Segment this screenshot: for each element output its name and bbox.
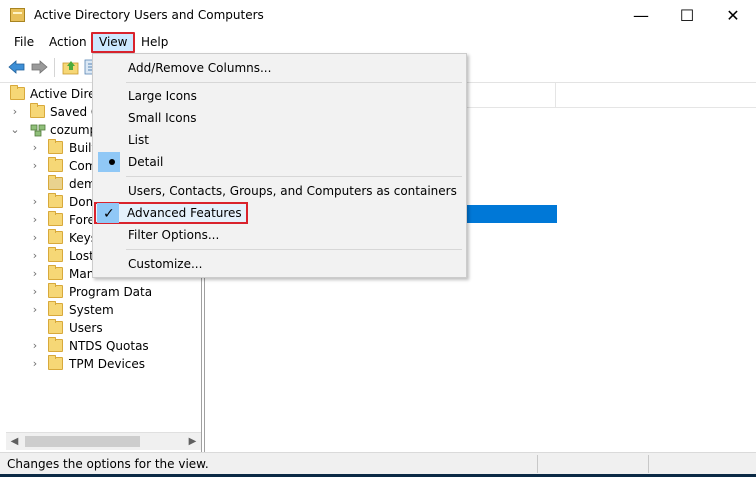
menu-item-label: Customize... [128, 257, 203, 271]
menu-item-large-icons[interactable]: Large Icons [95, 85, 464, 107]
folder-icon [48, 355, 63, 370]
folder-icon [48, 193, 63, 208]
ad-users-computers-icon [10, 8, 25, 22]
selected-row-highlight[interactable] [455, 205, 557, 223]
chevron-right-icon[interactable]: › [30, 355, 40, 373]
tree-label: Man [69, 267, 95, 281]
scroll-left-icon[interactable]: ◀ [6, 433, 23, 450]
status-divider [648, 455, 649, 473]
tree-label: cozump [50, 123, 98, 137]
menu-item-customize[interactable]: Customize... [95, 253, 464, 275]
forward-arrow-icon[interactable] [30, 59, 48, 75]
title-bar: Active Directory Users and Computers — ☐… [0, 0, 756, 32]
tree-horizontal-scrollbar[interactable]: ◀ ▶ [6, 432, 201, 450]
menu-item-label: List [128, 133, 149, 147]
menu-item-advanced-features[interactable]: ✓ Advanced Features [94, 202, 248, 224]
maximize-button[interactable]: ☐ [664, 0, 710, 32]
minimize-button[interactable]: — [618, 0, 664, 32]
menu-item-label: Filter Options... [128, 228, 220, 242]
menu-item-label: Advanced Features [127, 206, 242, 220]
folder-icon [48, 319, 63, 334]
chevron-right-icon[interactable]: › [30, 265, 40, 283]
domain-icon [30, 124, 46, 137]
menu-action[interactable]: Action [43, 32, 93, 53]
checkmark-background: ✓ [97, 203, 119, 223]
radio-mark-background [98, 152, 120, 172]
chevron-right-icon[interactable]: › [30, 211, 40, 229]
tree-label: Users [69, 321, 103, 335]
folder-icon [48, 157, 63, 172]
up-folder-icon[interactable] [62, 59, 80, 75]
column-divider[interactable] [555, 83, 556, 107]
chevron-right-icon[interactable]: › [30, 301, 40, 319]
folder-icon [48, 229, 63, 244]
bullet-icon [109, 159, 115, 165]
back-arrow-icon[interactable] [8, 59, 26, 75]
folder-icon [48, 283, 63, 298]
tree-item[interactable]: › NTDS Quotas [30, 337, 200, 355]
chevron-right-icon[interactable]: › [10, 103, 20, 121]
tree-label: System [69, 303, 114, 317]
menu-item-list[interactable]: List [95, 129, 464, 151]
menu-item-detail[interactable]: Detail [95, 151, 464, 173]
menu-item-label: Add/Remove Columns... [128, 61, 272, 75]
chevron-right-icon[interactable]: › [30, 157, 40, 175]
close-button[interactable]: ✕ [710, 0, 756, 32]
menu-item-users-as-containers[interactable]: Users, Contacts, Groups, and Computers a… [95, 180, 464, 202]
tree-item[interactable]: Users [30, 319, 200, 337]
chevron-right-icon[interactable]: › [30, 283, 40, 301]
menu-item-label: Detail [128, 155, 164, 169]
menu-item-label: Small Icons [128, 111, 197, 125]
chevron-right-icon[interactable]: › [30, 247, 40, 265]
scroll-right-icon[interactable]: ▶ [184, 433, 201, 450]
tree-item[interactable]: › Program Data [30, 283, 200, 301]
chevron-right-icon[interactable]: › [30, 193, 40, 211]
tree-label: Fore [69, 213, 95, 227]
menu-separator [126, 82, 462, 83]
folder-icon [48, 247, 63, 262]
toolbar-separator [54, 58, 55, 77]
menu-item-filter-options[interactable]: Filter Options... [95, 224, 464, 246]
chevron-down-icon[interactable]: ⌄ [10, 121, 20, 139]
tree-label: NTDS Quotas [69, 339, 149, 353]
menu-separator [126, 176, 462, 177]
menu-item-add-remove-columns[interactable]: Add/Remove Columns... [95, 57, 464, 79]
ou-icon [48, 175, 63, 190]
folder-icon [48, 211, 63, 226]
ad-root-icon [10, 85, 25, 100]
chevron-right-icon[interactable]: › [30, 139, 40, 157]
scrollbar-thumb[interactable] [25, 436, 140, 447]
folder-icon [48, 139, 63, 154]
menu-item-small-icons[interactable]: Small Icons [95, 107, 464, 129]
folder-icon [30, 103, 45, 118]
tree-label: Program Data [69, 285, 153, 299]
status-text: Changes the options for the view. [7, 457, 209, 471]
folder-icon [48, 337, 63, 352]
menu-bar: File Action View Help [0, 32, 756, 53]
menu-view[interactable]: View [91, 32, 136, 53]
status-bar: Changes the options for the view. [0, 452, 756, 474]
window-title: Active Directory Users and Computers [34, 8, 264, 22]
status-divider [537, 455, 538, 473]
menu-item-label: Large Icons [128, 89, 197, 103]
checkmark-icon: ✓ [103, 206, 115, 222]
tree-label: Lost [69, 249, 94, 263]
menu-separator [126, 249, 462, 250]
folder-icon [48, 265, 63, 280]
folder-icon [48, 301, 63, 316]
tree-item[interactable]: › TPM Devices [30, 355, 200, 373]
app-window: Active Directory Users and Computers — ☐… [0, 0, 756, 474]
tree-label: TPM Devices [69, 357, 146, 371]
menu-item-label: Users, Contacts, Groups, and Computers a… [128, 184, 457, 198]
menu-help[interactable]: Help [135, 32, 174, 53]
tree-item[interactable]: › System [30, 301, 200, 319]
menu-file[interactable]: File [8, 32, 40, 53]
chevron-right-icon[interactable]: › [30, 337, 40, 355]
chevron-right-icon[interactable]: › [30, 229, 40, 247]
view-menu-dropdown: Add/Remove Columns... Large Icons Small … [92, 53, 467, 278]
